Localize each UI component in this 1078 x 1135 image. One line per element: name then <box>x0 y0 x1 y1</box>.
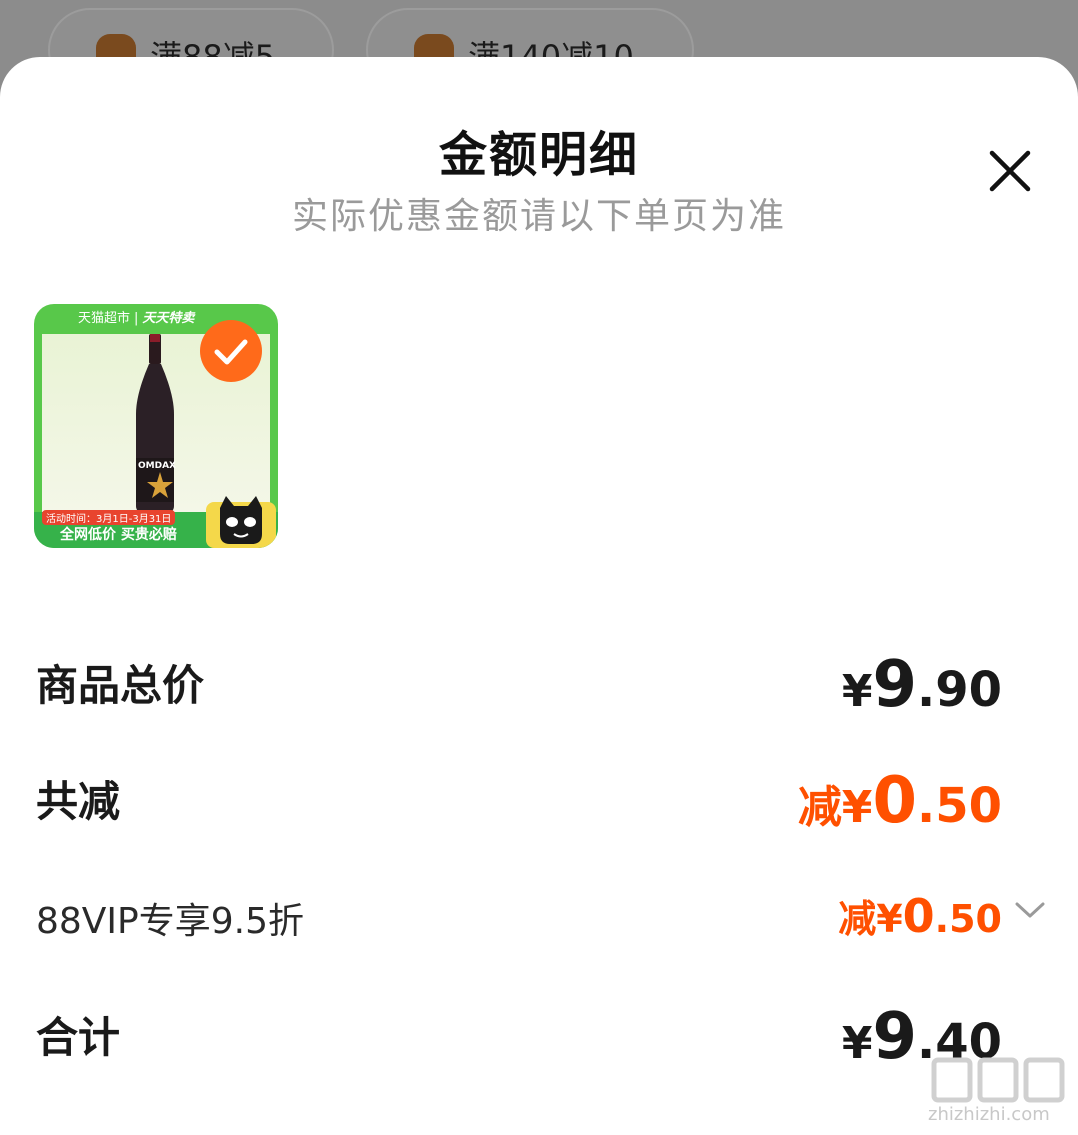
chevron-down-icon[interactable] <box>1014 898 1046 922</box>
total-discount-label: 共减 <box>36 777 121 826</box>
sum-label: 合计 <box>36 1013 121 1062</box>
selected-badge <box>200 320 262 382</box>
product-thumbnail[interactable]: 天猫超市 | 天天特卖 OMDAX 活动时间：3月1日-3月31日 全网低价 买贵必… <box>34 304 278 548</box>
total-discount-value: 减¥0.50 <box>798 764 1002 838</box>
amount-decimal: .90 <box>916 662 1002 718</box>
thumb-date-label: 活动时间：3月1日-3月31日 <box>42 510 176 525</box>
check-icon <box>214 339 248 365</box>
amount-detail-sheet: 金额明细 实际优惠金额请以下单页为准 天猫超市 | 天天特卖 OMDAX 活动时间：… <box>0 57 1078 1135</box>
discount-prefix: 减¥ <box>797 782 873 833</box>
discount-prefix: 减¥ <box>838 897 903 941</box>
thumb-store-label: 天猫超市 <box>78 311 131 326</box>
thumb-separator: | <box>134 311 139 326</box>
amount-decimal: .50 <box>916 778 1002 834</box>
total-price-label: 商品总价 <box>36 661 205 710</box>
vip-discount-value[interactable]: 减¥0.50 <box>838 888 1002 943</box>
currency-symbol: ¥ <box>841 666 873 717</box>
watermark-text: zhizhizhi.com <box>928 1104 1050 1125</box>
close-icon <box>989 150 1031 192</box>
sheet-title: 金额明细 <box>438 127 639 183</box>
vip-discount-label: 88VIP专享9.5折 <box>36 901 305 942</box>
close-button[interactable] <box>980 141 1040 201</box>
currency-symbol: ¥ <box>841 1018 873 1069</box>
amount-integer: 0 <box>872 764 917 838</box>
total-price-value: ¥9.90 <box>842 648 1002 722</box>
thumb-slogan: 全网低价 买贵必赔 <box>60 527 177 543</box>
amount-integer: 0 <box>902 889 935 943</box>
tmall-cat-icon <box>206 496 276 548</box>
svg-text:OMDAX: OMDAX <box>138 461 176 471</box>
thumb-campaign-label: 天天特卖 <box>142 311 195 326</box>
wine-bottle-image: OMDAX <box>136 334 176 512</box>
sheet-subtitle: 实际优惠金额请以下单页为准 <box>291 196 786 237</box>
amount-integer: 9 <box>872 648 917 722</box>
amount-integer: 9 <box>872 1000 917 1074</box>
amount-decimal: .50 <box>934 897 1002 941</box>
